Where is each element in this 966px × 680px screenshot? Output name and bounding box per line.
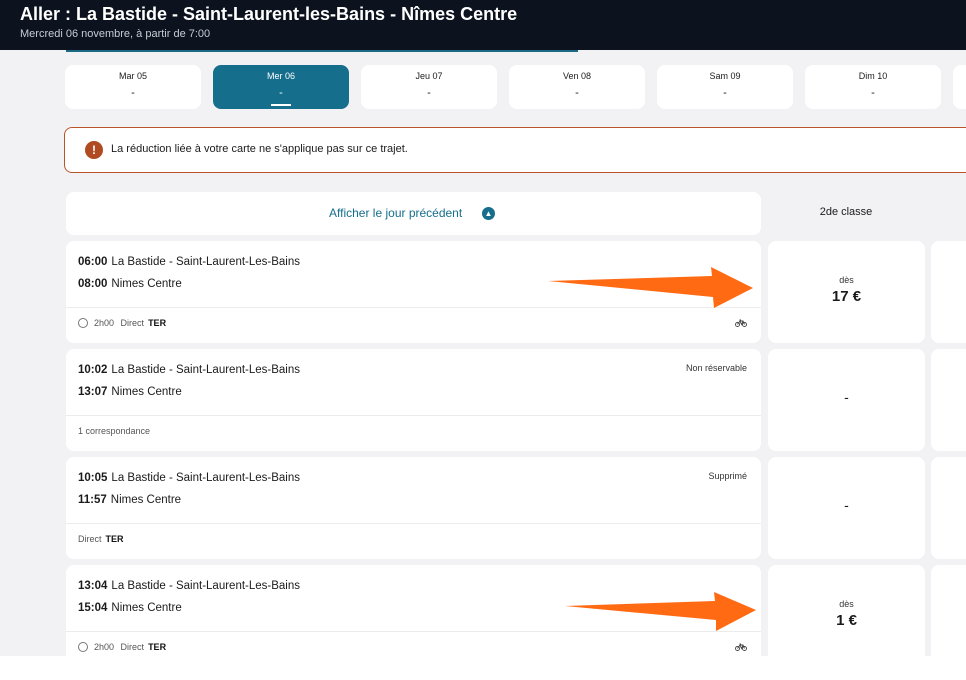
date-tab-sam-09[interactable]: Sam 09 -: [657, 65, 793, 109]
arrival-time: 11:57: [78, 494, 107, 506]
date-tab-mar-05[interactable]: Mar 05 -: [65, 65, 201, 109]
page-title: Aller : La Bastide - Saint-Laurent-les-B…: [20, 4, 518, 24]
bicycle-icon: [735, 643, 747, 653]
arrival-station: Nimes Centre: [111, 386, 182, 398]
alert-message: La réduction liée à votre carte ne s'app…: [111, 143, 408, 155]
journey-status: Non réservable: [685, 363, 747, 373]
date-tab-price: -: [723, 87, 727, 99]
arrival-time: 08:00: [78, 278, 108, 290]
show-previous-day-button[interactable]: Afficher le jour précédent ▲: [66, 192, 761, 235]
exclamation-icon: !: [85, 141, 103, 159]
departure-time: 10:02: [78, 364, 108, 376]
price-amount: -: [844, 497, 849, 513]
price-from-label: dès: [839, 275, 854, 285]
arrival-station: Nimes Centre: [111, 602, 182, 614]
journey-status: Supprimé: [708, 471, 747, 481]
date-tab-jeu-07[interactable]: Jeu 07 -: [361, 65, 497, 109]
price-card[interactable]: dès 1 €: [768, 565, 925, 656]
bicycle-icon: [735, 319, 747, 329]
divider: [66, 523, 761, 524]
duration: 2h00: [94, 318, 115, 328]
page-header: Aller : La Bastide - Saint-Laurent-les-B…: [0, 0, 966, 50]
duration: 2h00: [94, 642, 115, 652]
journey-type: Direct: [78, 534, 102, 544]
journey-card[interactable]: 06:00 La Bastide - Saint-Laurent-Les-Bain…: [66, 241, 761, 343]
journey-card[interactable]: 10:02 La Bastide - Saint-Laurent-Les-Bain…: [66, 349, 761, 451]
journey-type: Direct: [120, 642, 145, 652]
date-tab-price: -: [871, 87, 875, 99]
class-label: 2de classe: [819, 206, 873, 218]
departure-station: La Bastide - Saint-Laurent-Les-Bains: [111, 472, 300, 484]
train-type: TER: [148, 642, 167, 652]
departure-row: 10:02 La Bastide - Saint-Laurent-Les-Bain…: [78, 364, 300, 376]
journey-card[interactable]: 13:04 La Bastide - Saint-Laurent-Les-Bain…: [66, 565, 761, 656]
tab-indicator-line: [66, 50, 578, 52]
date-tab-next[interactable]: [953, 65, 966, 109]
arrival-row: 13:07 Nimes Centre: [78, 386, 182, 398]
price-amount: -: [844, 389, 849, 405]
departure-row: 10:05 La Bastide - Saint-Laurent-Les-Bain…: [78, 472, 300, 484]
divider: [66, 415, 761, 416]
train-type: TER: [148, 318, 167, 328]
journey-details: Direct TER: [78, 534, 124, 544]
class-header: 2de classe: [766, 192, 926, 235]
arrival-time: 15:04: [78, 602, 108, 614]
first-class-price-card[interactable]: [931, 241, 966, 343]
first-class-price-card[interactable]: [931, 565, 966, 656]
journey-type: 1 correspondance: [78, 426, 151, 436]
price-from-label: dès: [839, 599, 854, 609]
date-tab-day: Ven 08: [562, 71, 592, 81]
arrival-row: 15:04 Nimes Centre: [78, 602, 182, 614]
departure-row: 06:00 La Bastide - Saint-Laurent-Les-Bain…: [78, 256, 300, 268]
date-tab-price: -: [131, 87, 135, 99]
journey-card[interactable]: 10:05 La Bastide - Saint-Laurent-Les-Bain…: [66, 457, 761, 559]
discount-alert: ! La réduction liée à votre carte ne s'a…: [64, 127, 966, 173]
departure-row: 13:04 La Bastide - Saint-Laurent-Les-Bain…: [78, 580, 300, 592]
price-amount: 17 €: [831, 288, 862, 305]
first-class-price-card[interactable]: [931, 349, 966, 451]
divider: [66, 307, 761, 308]
date-tab-day: Mer 06: [266, 71, 295, 81]
clock-icon: [78, 641, 88, 652]
arrival-station: Nimes Centre: [110, 494, 182, 506]
date-tab-mer-06[interactable]: Mer 06 -: [213, 65, 349, 109]
date-tab-day: Dim 10: [858, 71, 888, 81]
chevron-up-icon: ▲: [482, 207, 495, 220]
departure-station: La Bastide - Saint-Laurent-Les-Bains: [111, 364, 300, 376]
clock-icon: [78, 317, 88, 328]
price-amount: 1 €: [836, 612, 857, 629]
departure-station: La Bastide - Saint-Laurent-Les-Bains: [111, 256, 300, 268]
page-subtitle: Mercredi 06 novembre, à partir de 7:00: [20, 28, 211, 40]
departure-time: 13:04: [78, 580, 108, 592]
arrival-row: 08:00 Nimes Centre: [78, 278, 182, 290]
date-tab-price: -: [575, 87, 579, 99]
date-tab-day: Mar 05: [118, 71, 147, 81]
journey-details: 2h00 Direct TER: [78, 641, 167, 653]
results-panel: Mar 05 - Mer 06 - Jeu 07 - Ven 08 - Sam …: [0, 50, 966, 656]
date-tab-price: -: [279, 87, 283, 99]
departure-time: 06:00: [78, 256, 108, 268]
date-tab-day: Sam 09: [709, 71, 741, 81]
price-card[interactable]: -: [768, 457, 925, 559]
date-tab-day: Jeu 07: [415, 71, 443, 81]
price-card[interactable]: dès 17 €: [768, 241, 925, 343]
train-type: TER: [105, 534, 124, 544]
date-tab-dim-10[interactable]: Dim 10 -: [805, 65, 941, 109]
departure-station: La Bastide - Saint-Laurent-Les-Bains: [111, 580, 300, 592]
date-tab-ven-08[interactable]: Ven 08 -: [509, 65, 645, 109]
departure-time: 10:05: [78, 472, 108, 484]
journey-details: 2h00 Direct TER: [78, 317, 167, 329]
previous-day-label: Afficher le jour précédent: [329, 206, 463, 220]
date-tab-price: -: [427, 87, 431, 99]
arrival-row: 11:57 Nimes Centre: [78, 494, 181, 506]
price-card[interactable]: -: [768, 349, 925, 451]
journey-details: 1 correspondance: [78, 426, 150, 436]
selected-underline: [271, 104, 291, 106]
journey-type: Direct: [120, 318, 145, 328]
first-class-price-card[interactable]: [931, 457, 966, 559]
arrival-station: Nimes Centre: [111, 278, 182, 290]
arrival-time: 13:07: [78, 386, 108, 398]
divider: [66, 631, 761, 632]
